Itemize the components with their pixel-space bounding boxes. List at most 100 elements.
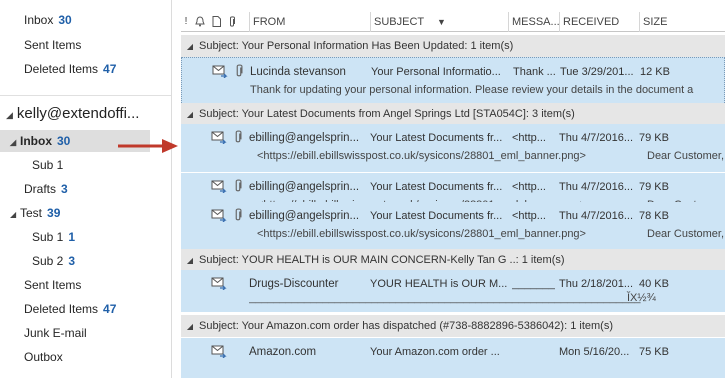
collapse-triangle-icon[interactable]: ◢: [6, 110, 13, 120]
sort-descending-icon: ▼: [437, 17, 446, 27]
annotation-arrow-icon: [118, 139, 178, 153]
document-icon[interactable]: [209, 12, 223, 32]
group-header-label: Subject: Your Amazon.com order has dispa…: [199, 320, 613, 332]
attachment-icon: [236, 64, 243, 77]
folder-drafts[interactable]: Drafts 3: [0, 178, 171, 200]
message-column-header[interactable]: MESSA...: [508, 12, 559, 32]
folder-label: Sent Items: [24, 38, 82, 52]
message-row[interactable]: ebilling@angelsprin... Your Latest Docum…: [181, 124, 725, 172]
group-header-label: Subject: Your Latest Documents from Ange…: [199, 108, 575, 120]
favorite-sent-items[interactable]: Sent Items: [0, 34, 171, 56]
message-received: Mon 5/16/20...: [559, 346, 630, 358]
message-preview: ________________________________________…: [249, 290, 725, 306]
message-received: Thu 4/7/2016...: [559, 132, 633, 144]
conversation-group-header[interactable]: ◢ Subject: YOUR HEALTH is OUR MAIN CONCER…: [181, 249, 725, 271]
unread-count: 39: [47, 206, 61, 220]
folder-label: Sub 1: [32, 158, 64, 172]
envelope-reply-icon: [211, 277, 227, 290]
preview-garbled-text: ĬX½¾: [627, 292, 656, 304]
conversation-group-header[interactable]: ◢ Subject: Your Amazon.com order has disp…: [181, 315, 725, 337]
folder-sent-items[interactable]: Sent Items: [0, 274, 171, 296]
unread-count: 1: [68, 230, 76, 244]
collapse-triangle-icon[interactable]: ◢: [181, 316, 199, 337]
message-from: ebilling@angelsprin...: [249, 132, 360, 144]
unread-count: 3: [68, 254, 76, 268]
unread-count: 47: [103, 302, 117, 316]
preview-text: <https://ebill.ebillswisspost.co.uk/sysi…: [257, 228, 586, 240]
message-subject: Your Latest Documents fr...: [370, 132, 503, 144]
message-size: 78 KB: [639, 210, 669, 222]
message-subject: Your Amazon.com order ...: [370, 346, 500, 358]
folder-junk-email[interactable]: Junk E-mail: [0, 322, 171, 344]
message-from: ebilling@angelsprin...: [249, 181, 360, 193]
conversation-group-header[interactable]: ◢ Subject: Your Latest Documents from Ang…: [181, 103, 725, 125]
folder-label: Sent Items: [24, 278, 82, 292]
folder-label: Inbox: [24, 13, 54, 27]
folder-label: Deleted Items: [24, 62, 99, 76]
message-snippet: <http...: [512, 210, 546, 222]
envelope-reply-icon: [211, 131, 227, 144]
collapse-triangle-icon[interactable]: ◢: [181, 250, 199, 271]
attachment-column-icon[interactable]: [225, 12, 239, 32]
reminder-bell-icon[interactable]: [193, 12, 207, 32]
favorite-deleted-items[interactable]: Deleted Items 47: [0, 58, 171, 80]
folder-label: Deleted Items: [24, 302, 99, 316]
message-from: Amazon.com: [249, 346, 317, 358]
size-column-header[interactable]: SIZE: [639, 12, 725, 32]
favorite-inbox[interactable]: Inbox 30: [0, 9, 171, 31]
attachment-icon: [235, 130, 242, 143]
unread-count: 3: [61, 182, 68, 196]
collapse-triangle-icon[interactable]: ◢: [10, 132, 20, 154]
account-header[interactable]: ◢ kelly@extendoffi...: [6, 105, 139, 122]
message-row[interactable]: ebilling@angelsprin... Your Latest Docum…: [181, 202, 725, 250]
column-header-row: ! FROM SUBJECT ▼ MESSA... RECEIVED SIZE: [181, 12, 725, 32]
importance-column-header[interactable]: !: [181, 12, 191, 32]
message-subject: Your Latest Documents fr...: [370, 210, 503, 222]
from-column-header[interactable]: FROM: [249, 12, 370, 32]
subject-column-header[interactable]: SUBJECT ▼: [370, 12, 512, 32]
envelope-reply-icon: [212, 65, 228, 78]
message-size: 79 KB: [639, 132, 669, 144]
message-list: ! FROM SUBJECT ▼ MESSA... RECEIVED SIZE …: [181, 0, 725, 378]
folder-deleted-items[interactable]: Deleted Items 47: [0, 298, 171, 320]
folder-label: Test: [20, 206, 43, 220]
folder-test-sub1[interactable]: Sub 1 1: [0, 226, 171, 248]
preview-greeting: Dear Customer,: [647, 228, 725, 240]
message-size: 12 KB: [640, 66, 670, 78]
group-header-label: Subject: Your Personal Information Has B…: [199, 40, 514, 52]
message-received: Tue 3/29/201...: [560, 66, 634, 78]
preview-text: ________________________________________…: [249, 292, 641, 304]
message-subject: Your Personal Informatio...: [371, 66, 501, 78]
preview-greeting: Dear Customer,: [647, 150, 725, 162]
unread-count: 47: [103, 62, 117, 76]
collapse-triangle-icon[interactable]: ◢: [181, 36, 199, 57]
message-from: Lucinda stevanson: [250, 66, 346, 78]
folder-test-sub2[interactable]: Sub 2 3: [0, 250, 171, 272]
conversation-group-header[interactable]: ◢ Subject: Your Personal Information Has …: [181, 35, 725, 57]
message-subject: Your Latest Documents fr...: [370, 181, 503, 193]
message-snippet: <http...: [512, 181, 546, 193]
message-snippet: <http...: [512, 132, 546, 144]
message-row[interactable]: Amazon.com Your Amazon.com order ... Mon…: [181, 338, 725, 378]
account-name: kelly@extendoffi...: [16, 105, 140, 122]
preview-text: <https://ebill.ebillswisspost.co.uk/sysi…: [257, 150, 586, 162]
folder-label: Sub 2: [32, 254, 64, 268]
message-row[interactable]: Lucinda stevanson Your Personal Informat…: [181, 57, 725, 105]
received-column-header[interactable]: RECEIVED: [559, 12, 639, 32]
envelope-reply-icon: [211, 345, 227, 358]
attachment-icon: [235, 208, 242, 221]
message-from: ebilling@angelsprin...: [249, 210, 360, 222]
envelope-reply-icon: [211, 180, 227, 193]
folder-test[interactable]: ◢ Test 39: [0, 202, 171, 224]
unread-count: 30: [58, 13, 72, 27]
folder-label: Sub 1: [32, 230, 64, 244]
folder-pane: Inbox 30 Sent Items Deleted Items 47 ◢ kell…: [0, 0, 172, 378]
collapse-triangle-icon[interactable]: ◢: [10, 204, 20, 226]
folder-outbox[interactable]: Outbox: [0, 346, 171, 368]
message-row[interactable]: Drugs-Discounter YOUR HEALTH is OUR M...…: [181, 270, 725, 312]
folder-label: Inbox: [20, 134, 52, 148]
folder-label: Outbox: [24, 350, 63, 364]
collapse-triangle-icon[interactable]: ◢: [181, 104, 199, 125]
folder-label: Drafts: [24, 182, 57, 196]
folder-inbox-sub1[interactable]: Sub 1: [0, 154, 171, 176]
